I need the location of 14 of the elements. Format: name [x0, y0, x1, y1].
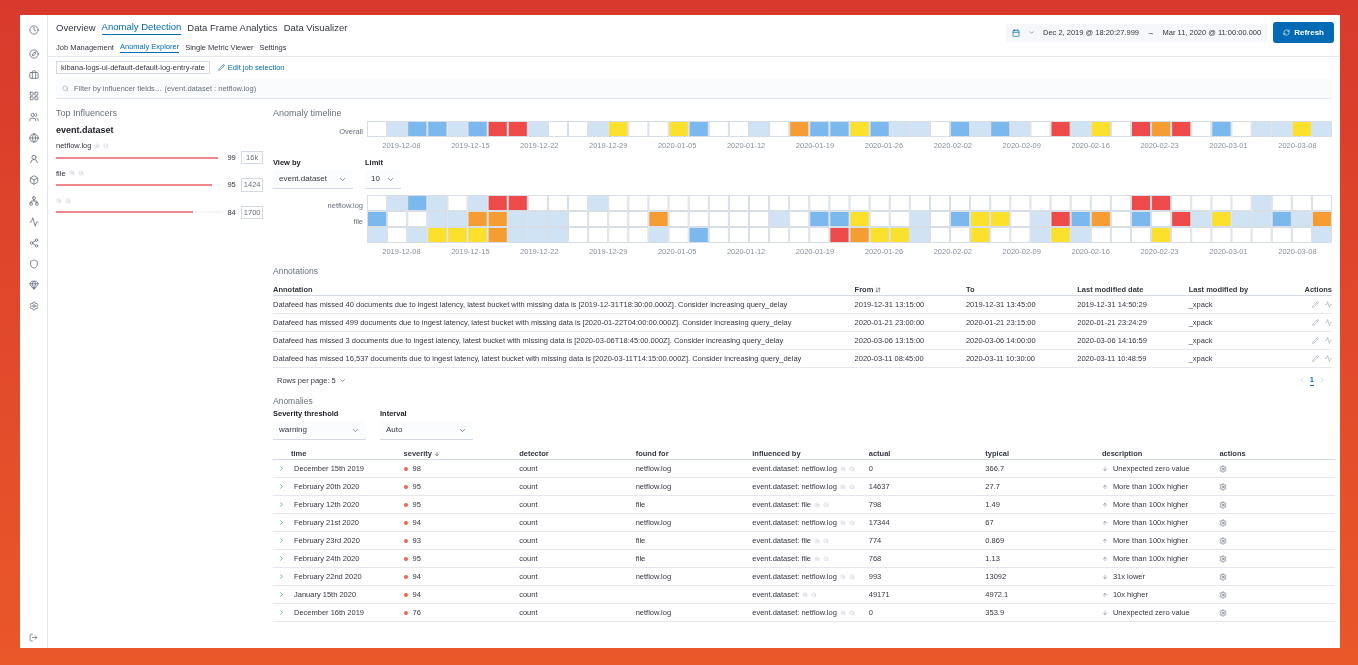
nav-tab[interactable]: Data Frame Analytics: [187, 20, 278, 35]
select-field[interactable]: Auto: [380, 421, 473, 441]
section-title: Top Influencers: [56, 107, 119, 120]
nav-tab[interactable]: Overview: [56, 20, 96, 35]
nav-tab[interactable]: Anomaly Detection: [101, 20, 182, 35]
refresh-button[interactable]: Refresh: [1273, 22, 1334, 43]
field-name: event.dataset: [56, 123, 115, 137]
section-title: Anomaly timeline: [273, 107, 343, 119]
select-field[interactable]: event.dataset: [273, 170, 353, 189]
select-field[interactable]: warning: [273, 421, 366, 441]
section-title: Anomalies: [273, 396, 314, 408]
nav-tab[interactable]: Data Visualizer: [283, 20, 348, 35]
select-field[interactable]: 10: [365, 170, 401, 189]
section-title: Annotations: [273, 266, 319, 277]
